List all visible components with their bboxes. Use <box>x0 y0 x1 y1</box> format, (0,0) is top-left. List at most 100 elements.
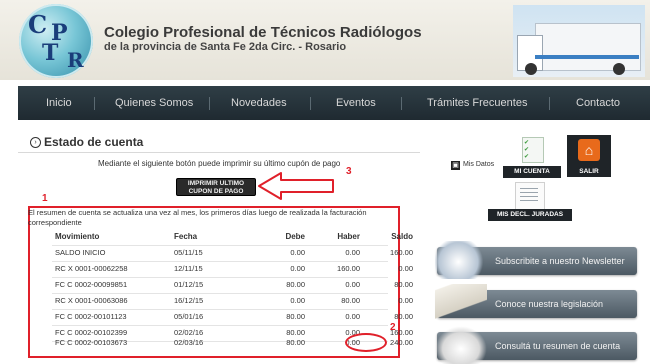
open-book-icon <box>435 284 487 322</box>
col-movimiento: Movimiento <box>55 232 100 241</box>
chevron-right-icon: › <box>30 137 41 148</box>
cell-saldo: 0.00 <box>398 296 413 305</box>
cell-debe: 80.00 <box>286 312 305 321</box>
row-divider <box>52 277 388 278</box>
title-divider <box>18 152 420 153</box>
hand-pen-icon <box>435 326 487 364</box>
col-debe: Debe <box>285 232 305 241</box>
document-line <box>520 192 538 193</box>
annotation-number-1: 1 <box>42 193 48 204</box>
newsletter-banner-label: Subscribite a nuestro Newsletter <box>495 256 625 266</box>
row-divider <box>52 261 388 262</box>
cell-debe: 80.00 <box>286 280 305 289</box>
nav-item-quienes-somos[interactable]: Quienes Somos <box>115 86 193 120</box>
cell-fecha: 01/12/15 <box>174 280 204 289</box>
cell-fecha: 05/11/15 <box>174 248 203 257</box>
nav-separator <box>549 97 550 110</box>
cell-saldo: 0.00 <box>398 264 413 273</box>
cell-haber: 0.00 <box>345 248 360 257</box>
page-title: Estado de cuenta <box>44 135 144 149</box>
document-line <box>520 196 538 197</box>
main-nav: Inicio Quienes Somos Novedades Eventos T… <box>18 86 650 120</box>
cell-debe: 0.00 <box>290 248 305 257</box>
logo-letter-t: T <box>42 40 59 66</box>
decl-juradas-button[interactable]: MIS DECL. JURADAS <box>488 209 572 221</box>
cell-saldo: 160.00 <box>390 248 413 257</box>
row-divider <box>52 293 388 294</box>
cell-saldo: 80.00 <box>394 280 413 289</box>
print-button-line2: CUPON DE PAGO <box>188 188 244 195</box>
print-last-coupon-button[interactable]: IMPRIMIR ULTIMO CUPON DE PAGO <box>176 178 256 196</box>
annotation-arrow <box>258 172 334 200</box>
row-divider <box>52 309 388 310</box>
resumen-banner[interactable]: Consultá tu resumen de cuenta <box>435 326 637 364</box>
cell-debe: 80.00 <box>286 328 305 337</box>
site-subtitle: de la provincia de Santa Fe 2da Circ. - … <box>104 41 347 53</box>
salir-button[interactable]: SALIR <box>567 166 611 178</box>
check-mark-icon: ✔ <box>524 140 530 146</box>
truck-stripe <box>535 55 639 59</box>
check-mark-icon: ✔ <box>524 154 530 160</box>
cell-debe: 0.00 <box>290 296 305 305</box>
cell-movimiento: RC X 0001-00063086 <box>55 296 128 305</box>
annotation-number-3: 3 <box>346 166 352 177</box>
cell-fecha: 16/12/15 <box>174 296 204 305</box>
cell-fecha: 02/03/16 <box>174 338 204 347</box>
check-mark-icon: ✔ <box>524 147 530 153</box>
row-divider <box>52 245 388 246</box>
nav-item-contacto[interactable]: Contacto <box>576 86 620 120</box>
cell-fecha: 02/02/16 <box>174 328 204 337</box>
cell-debe: 80.00 <box>286 338 305 347</box>
cell-haber: 80.00 <box>341 296 360 305</box>
nav-separator <box>209 97 210 110</box>
cell-debe: 0.00 <box>290 264 305 273</box>
site-title: Colegio Profesional de Técnicos Radiólog… <box>104 24 422 41</box>
newspaper-globe-icon <box>435 241 487 279</box>
header-truck-photo <box>513 5 645 77</box>
col-fecha: Fecha <box>174 232 198 241</box>
mis-datos-link[interactable]: Mis Datos <box>463 161 494 168</box>
cell-movimiento: FC C 0002-00103673 <box>55 338 128 347</box>
document-line <box>520 188 538 189</box>
cell-movimiento: FC C 0002-00101123 <box>55 312 127 321</box>
truck-wheel <box>613 63 625 75</box>
annotation-circle-saldo <box>345 333 387 352</box>
col-saldo: Saldo <box>391 232 413 241</box>
profile-icon[interactable]: ▣ <box>451 161 460 170</box>
cell-movimiento: FC C 0002-00102399 <box>55 328 128 337</box>
print-button-line1: IMPRIMIR ULTIMO <box>187 180 245 187</box>
cell-fecha: 12/11/15 <box>174 264 203 273</box>
nav-separator <box>94 97 95 110</box>
cell-haber: 160.00 <box>337 264 360 273</box>
cell-saldo: 80.00 <box>394 312 413 321</box>
print-instructions: Mediante el siguiente botón puede imprim… <box>98 159 341 168</box>
logo-letter-c: C <box>28 10 48 39</box>
cell-fecha: 05/01/16 <box>174 312 204 321</box>
mi-cuenta-button[interactable]: MI CUENTA <box>503 166 561 178</box>
nav-item-eventos[interactable]: Eventos <box>336 86 376 120</box>
nav-item-inicio[interactable]: Inicio <box>46 86 72 120</box>
legislacion-banner[interactable]: Conoce nuestra legislación <box>435 284 637 322</box>
cell-haber: 0.00 <box>345 312 360 321</box>
site-header: C P T R Colegio Profesional de Técnicos … <box>0 0 650 80</box>
newsletter-banner[interactable]: Subscribite a nuestro Newsletter <box>435 241 637 279</box>
nav-separator <box>401 97 402 110</box>
truck-body <box>535 23 641 71</box>
document-icon[interactable] <box>515 182 545 210</box>
cell-movimiento: RC X 0001-00062258 <box>55 264 128 273</box>
col-haber: Haber <box>337 232 360 241</box>
home-icon: ⌂ <box>578 139 600 161</box>
cell-haber: 0.00 <box>345 280 360 289</box>
resumen-note: El resumen de cuenta se actualiza una ve… <box>28 208 367 227</box>
legislacion-banner-label: Conoce nuestra legislación <box>495 299 604 309</box>
cptr-logo[interactable]: C P T R <box>19 4 93 78</box>
cell-movimiento: SALDO INICIO <box>55 248 106 257</box>
nav-item-tramites[interactable]: Trámites Frecuentes <box>427 86 527 120</box>
row-divider <box>52 325 388 326</box>
logo-letter-r: R <box>67 48 84 72</box>
nav-separator <box>310 97 311 110</box>
truck-wheel <box>525 63 537 75</box>
resumen-banner-label: Consultá tu resumen de cuenta <box>495 341 621 351</box>
nav-item-novedades[interactable]: Novedades <box>231 86 287 120</box>
cell-movimiento: FC C 0002-00099851 <box>55 280 128 289</box>
